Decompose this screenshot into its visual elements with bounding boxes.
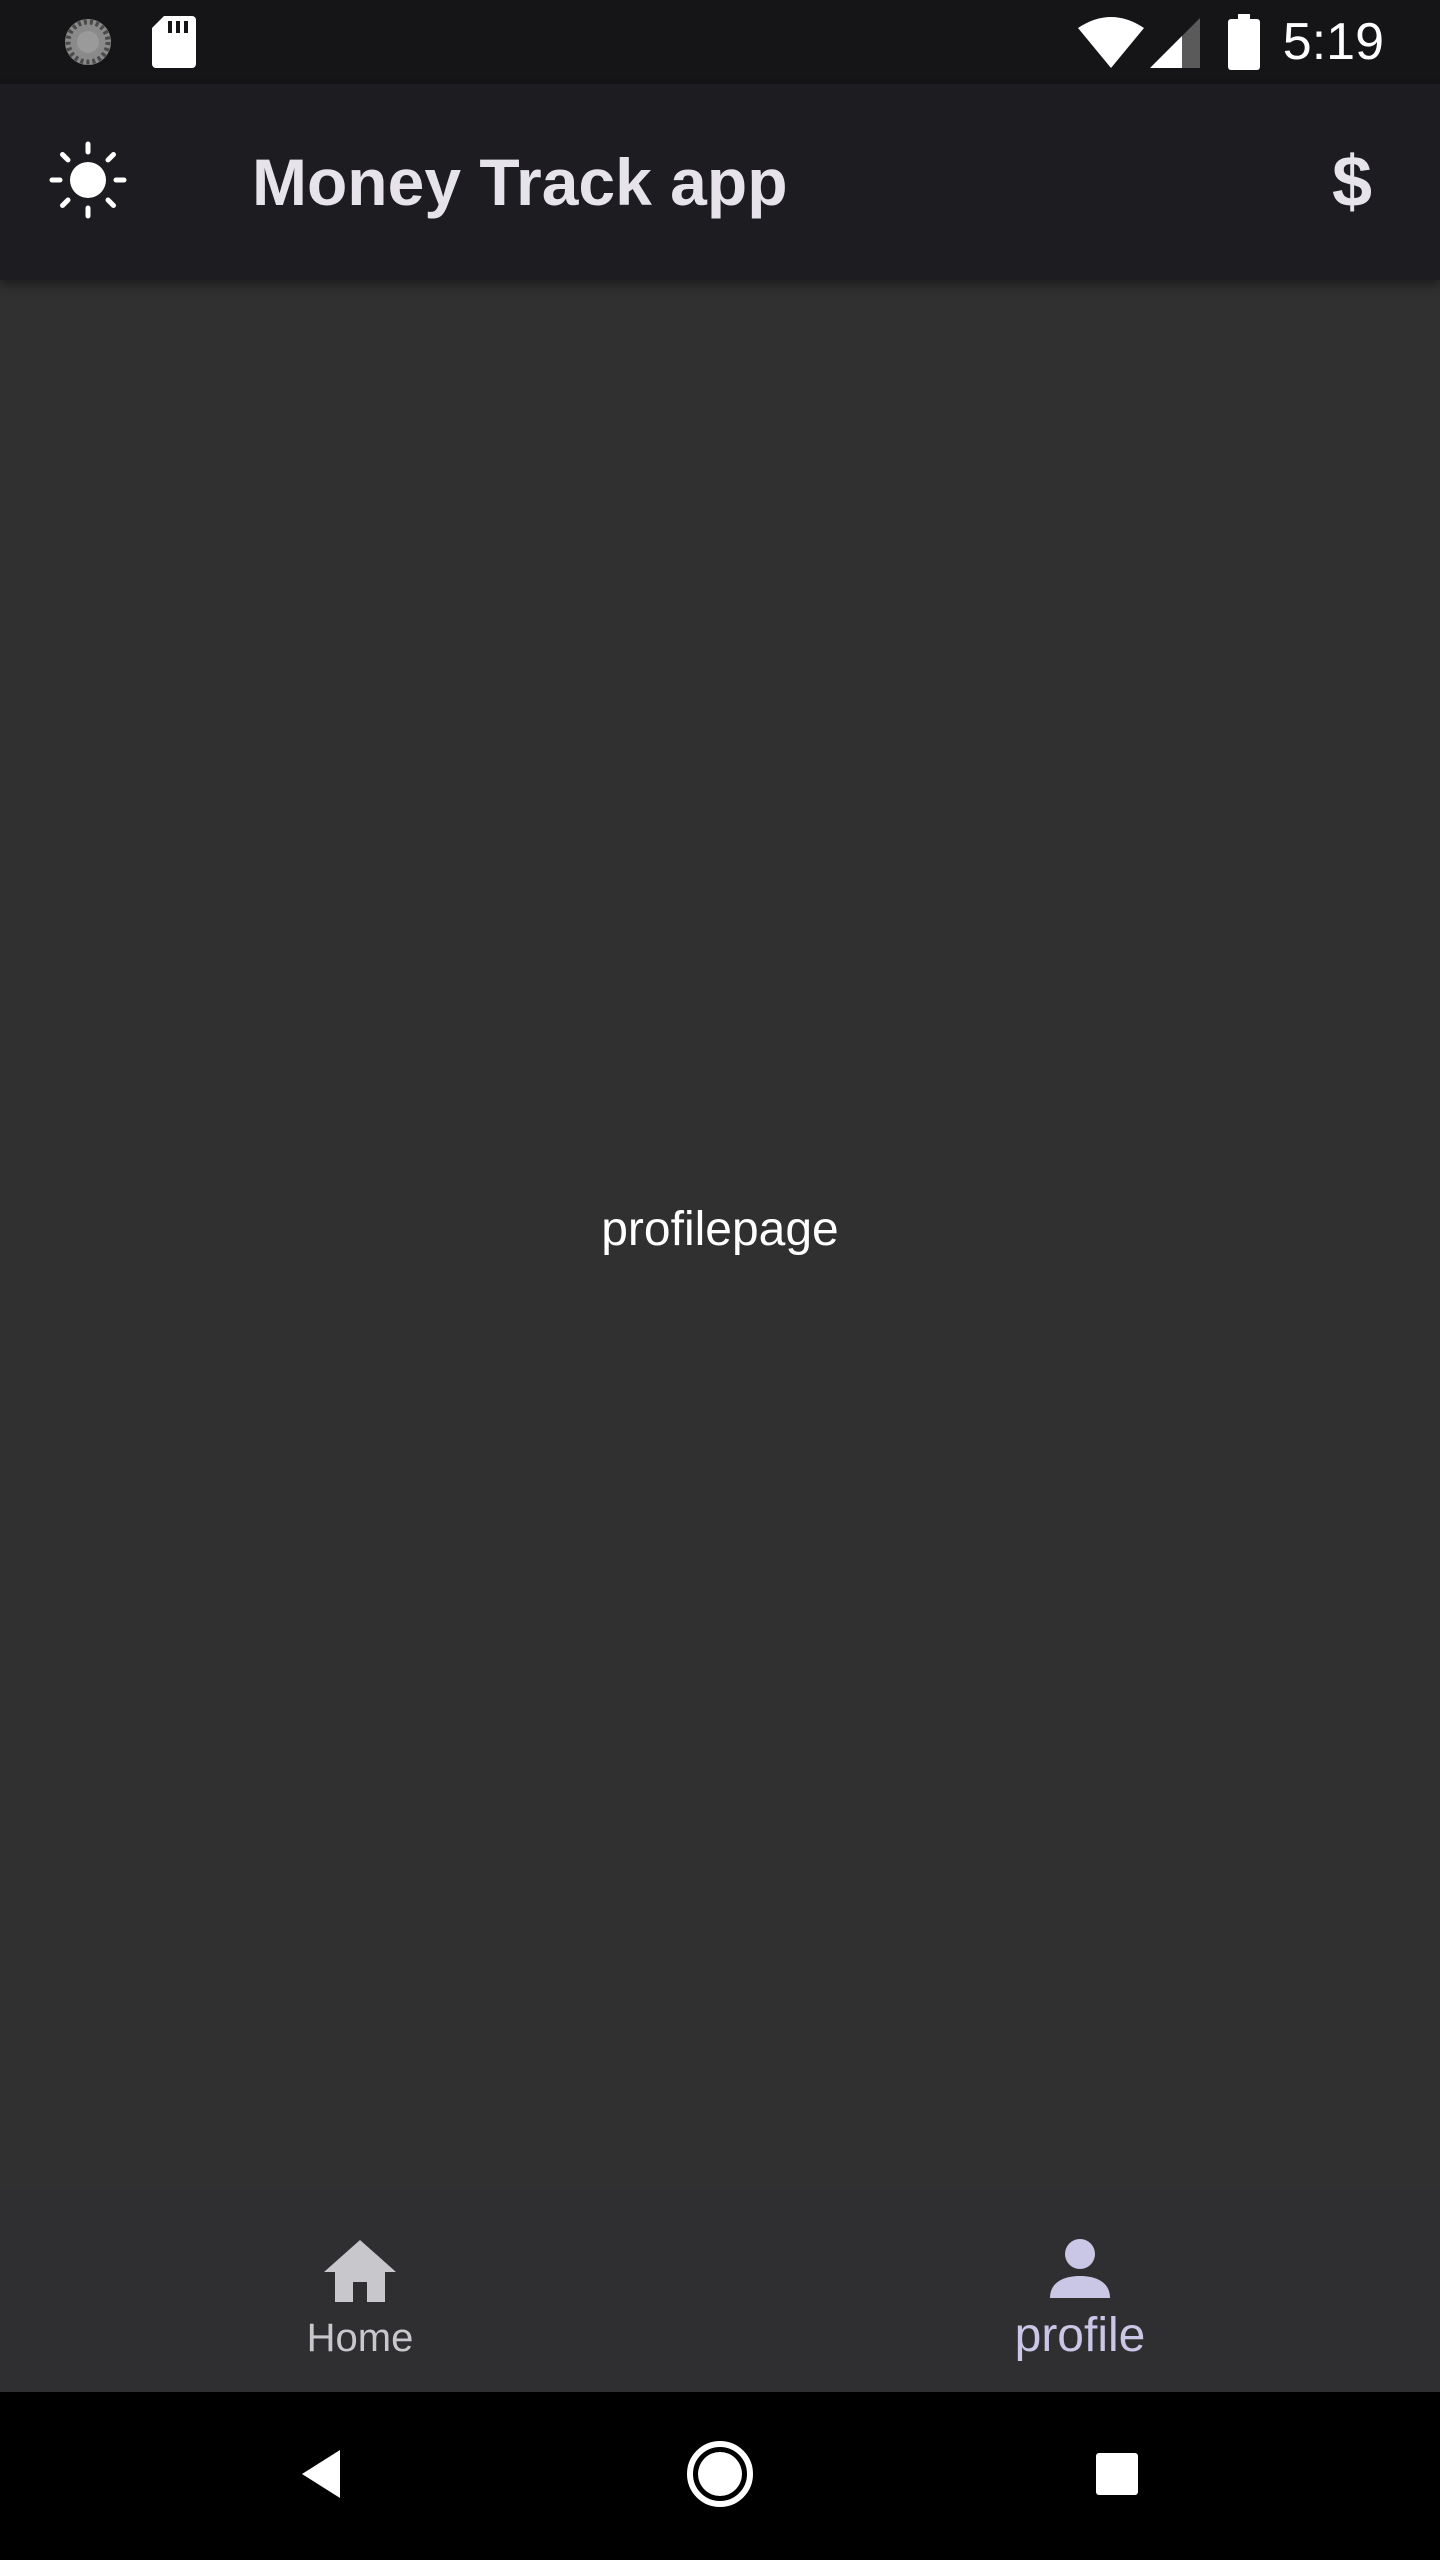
- status-bar: 5:19: [0, 0, 1440, 84]
- app-bar: Money Track app $: [0, 84, 1440, 280]
- back-button[interactable]: [272, 2426, 372, 2526]
- nav-item-profile[interactable]: profile: [720, 2188, 1440, 2392]
- recents-button[interactable]: [1067, 2426, 1167, 2526]
- nav-label-profile: profile: [1014, 2309, 1146, 2362]
- wifi-icon: [1078, 16, 1144, 68]
- home-circle-icon: [680, 2434, 760, 2519]
- sd-card-icon: [152, 16, 196, 68]
- main-content: profilepage: [0, 280, 1440, 2188]
- battery-icon: [1228, 14, 1260, 70]
- sync-icon: [62, 16, 114, 68]
- back-icon: [292, 2444, 352, 2509]
- home-icon: [320, 2232, 400, 2312]
- sun-icon: [48, 140, 128, 225]
- cell-signal-icon: [1150, 18, 1200, 68]
- nav-label-home: Home: [306, 2316, 414, 2360]
- page-label: profilepage: [601, 1203, 839, 1256]
- nav-item-home[interactable]: Home: [0, 2188, 720, 2392]
- system-navigation-bar: [0, 2392, 1440, 2560]
- dollar-icon: $: [1331, 142, 1373, 222]
- app-title: Money Track app: [252, 145, 788, 219]
- currency-button[interactable]: $: [1304, 134, 1400, 230]
- person-icon: [1040, 2232, 1120, 2312]
- home-system-button[interactable]: [670, 2426, 770, 2526]
- recents-icon: [1087, 2444, 1147, 2509]
- status-time: 5:19: [1282, 13, 1384, 71]
- bottom-navigation: Home profile: [0, 2188, 1440, 2392]
- theme-toggle-button[interactable]: [40, 134, 136, 230]
